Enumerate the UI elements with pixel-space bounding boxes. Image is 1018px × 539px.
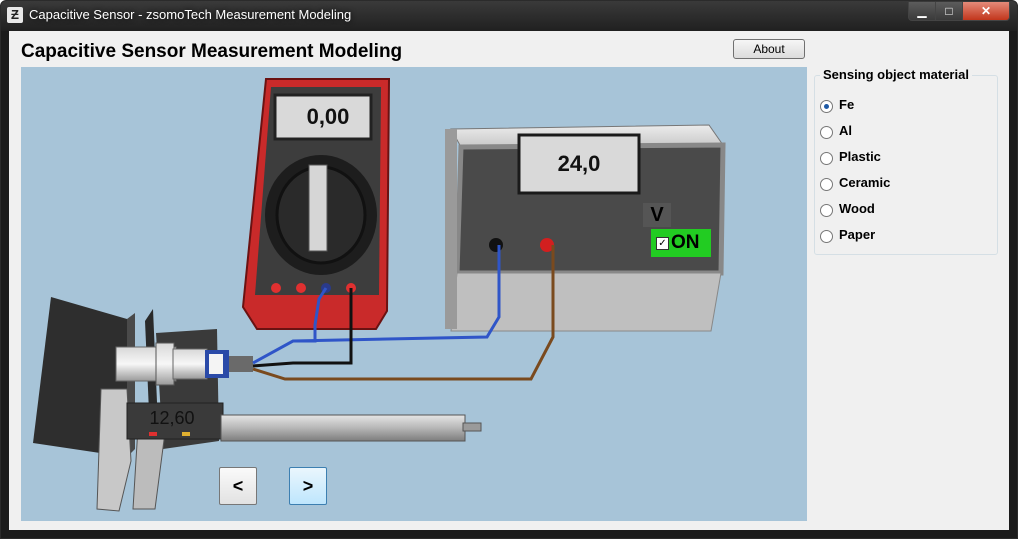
power-switch-label: ON [671, 232, 700, 253]
caliper-display: 12,60 [149, 408, 195, 428]
scene-illustration [33, 78, 726, 512]
maximize-button[interactable]: □ [935, 2, 963, 21]
power-switch-checkbox[interactable]: ✓ [656, 237, 669, 250]
radio-label: Paper [839, 227, 876, 242]
radio-label: Al [839, 123, 852, 138]
radio-button[interactable] [820, 126, 833, 139]
minimize-button[interactable]: ▁ [908, 2, 936, 21]
material-panel-title: Sensing object material [820, 67, 972, 82]
page-title: Capacitive Sensor Measurement Modeling [21, 41, 403, 62]
radio-button[interactable] [820, 100, 833, 113]
power-supply-display: 24,0 [557, 151, 601, 176]
radio-button[interactable] [820, 230, 833, 243]
multimeter-display: 0,00 [306, 104, 350, 129]
radio-label: Ceramic [839, 175, 891, 190]
radio-button[interactable] [820, 152, 833, 165]
radio-button[interactable] [820, 178, 833, 191]
next-button[interactable]: > [289, 467, 327, 505]
material-panel: Sensing object material Fe Al Plastic Ce… [814, 67, 998, 255]
radio-label: Wood [839, 201, 875, 216]
power-switch[interactable]: ✓ ON [651, 229, 711, 257]
app-logo-icon: Ƶ [7, 7, 23, 23]
voltage-unit-label: V [650, 204, 664, 226]
measurement-scene: 0,00 24,0 V ✓ ON 12,60 < > [21, 67, 807, 521]
radio-button[interactable] [820, 204, 833, 217]
previous-button[interactable]: < [219, 467, 257, 505]
app-window: Ƶ Capacitive Sensor - zsomoTech Measurem… [0, 0, 1018, 539]
client-area: Capacitive Sensor Measurement Modeling A… [9, 31, 1009, 530]
window-title: Capacitive Sensor - zsomoTech Measuremen… [29, 7, 352, 22]
radio-label: Plastic [839, 149, 881, 164]
title-bar[interactable]: Ƶ Capacitive Sensor - zsomoTech Measurem… [1, 1, 1017, 31]
capacitive-sensor [115, 342, 253, 386]
close-button[interactable]: ✕ [962, 2, 1010, 21]
radio-label: Fe [839, 97, 855, 112]
about-button[interactable]: About [733, 39, 805, 59]
